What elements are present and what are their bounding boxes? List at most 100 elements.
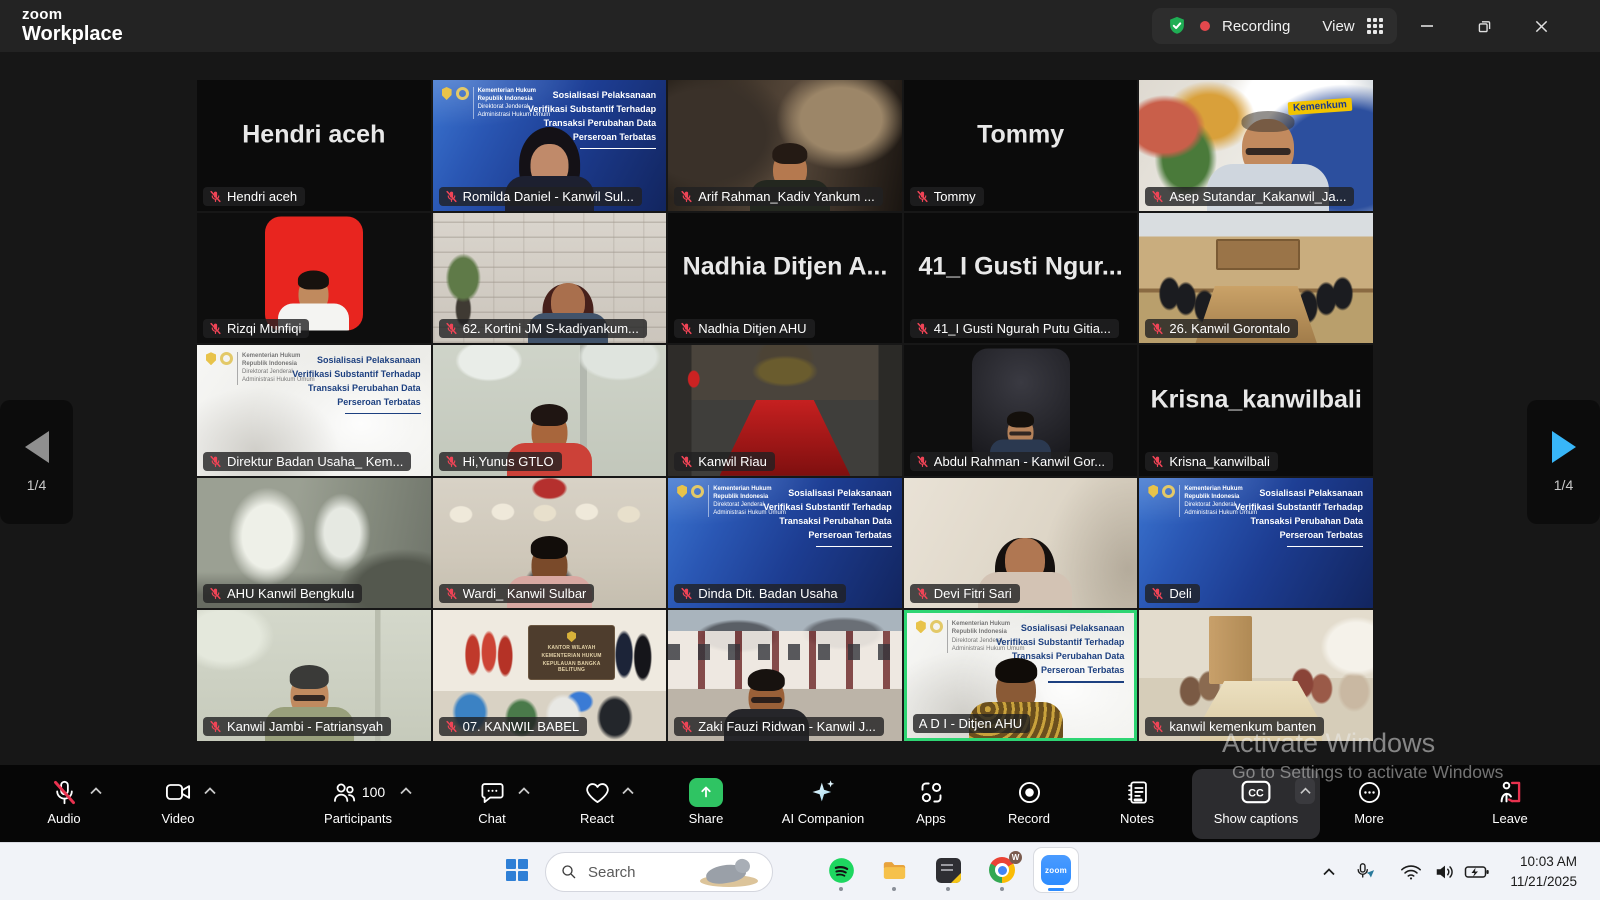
- audio-options-chevron-icon[interactable]: [90, 783, 102, 798]
- participant-name-label: Krisna_kanwilbali: [1145, 452, 1277, 471]
- more-button[interactable]: More: [1326, 769, 1412, 839]
- room-sign-text: KEPULAUAN BANGKA BELITUNG: [531, 661, 611, 673]
- close-button[interactable]: [1518, 10, 1564, 42]
- notes-icon: [1124, 777, 1151, 807]
- participant-tile[interactable]: Kementerian Hukum Republik IndonesiaDire…: [433, 80, 667, 211]
- chrome-icon[interactable]: W: [980, 848, 1024, 892]
- slide-title-line: Verifikasi Substantif Terhadap: [996, 636, 1124, 650]
- start-button[interactable]: [495, 848, 539, 892]
- notepad-icon[interactable]: [926, 848, 970, 892]
- participant-tile[interactable]: Hendri aceh Hendri aceh: [197, 80, 431, 211]
- mic-muted-icon: [209, 322, 222, 335]
- recording-label[interactable]: Recording: [1222, 18, 1290, 35]
- meeting-toolbar: Audio Video 100 Participants: [0, 765, 1600, 842]
- participant-tile[interactable]: kanwil kemenkum banten: [1139, 610, 1373, 741]
- slide-title-line: Perseroan Terbatas: [292, 396, 420, 410]
- mic-muted-icon: [916, 455, 929, 468]
- participant-tile[interactable]: Kementerian Hukum Republik IndonesiaDire…: [197, 345, 431, 476]
- tray-wifi-icon[interactable]: [1394, 843, 1428, 900]
- view-grid-icon[interactable]: [1367, 18, 1383, 34]
- participant-tile[interactable]: Kementerian Hukum Republik IndonesiaDire…: [1139, 478, 1373, 609]
- participant-name-label: 26. Kanwil Gorontalo: [1145, 319, 1298, 338]
- participant-name-text: Direktur Badan Usaha_ Kem...: [227, 454, 403, 469]
- ministry-logo-icon: [220, 352, 233, 365]
- react-button[interactable]: React: [552, 769, 642, 839]
- previous-page-button[interactable]: 1/4: [0, 400, 73, 524]
- participant-name-label: Kanwil Riau: [674, 452, 775, 471]
- view-button-label[interactable]: View: [1322, 18, 1354, 35]
- tray-battery-icon[interactable]: [1458, 843, 1496, 900]
- minimize-button[interactable]: [1404, 10, 1450, 42]
- participant-tile[interactable]: Krisna_kanwilbali Krisna_kanwilbali: [1139, 345, 1373, 476]
- tray-volume-icon[interactable]: [1428, 843, 1462, 900]
- chat-button[interactable]: Chat: [448, 769, 536, 839]
- participant-tile[interactable]: 41_I Gusti Ngur... 41_I Gusti Ngurah Put…: [904, 213, 1138, 344]
- room-sign: KANTOR WILAYAH KEMENTERIAN HUKUM KEPULAUAN…: [528, 625, 614, 680]
- leave-button[interactable]: Leave: [1464, 769, 1556, 839]
- security-shield-icon[interactable]: [1166, 15, 1188, 37]
- participant-tile[interactable]: Kemenkum Asep Sutandar_Kakanwil_Ja...: [1139, 80, 1373, 211]
- participants-button[interactable]: 100 Participants: [300, 769, 416, 839]
- mic-muted-icon: [916, 322, 929, 335]
- show-captions-label: Show captions: [1214, 811, 1299, 826]
- participant-tile[interactable]: Wardi_ Kanwil Sulbar: [433, 478, 667, 609]
- participant-tile[interactable]: Zaki Fauzi Ridwan - Kanwil J...: [668, 610, 902, 741]
- spotify-icon[interactable]: [819, 848, 863, 892]
- room-sign-text: KANTOR WILAYAH: [548, 645, 596, 651]
- react-options-chevron-icon[interactable]: [622, 783, 634, 798]
- zoom-app-icon[interactable]: zoom: [1034, 848, 1078, 892]
- show-captions-button[interactable]: CC Show captions: [1192, 769, 1320, 839]
- file-explorer-icon[interactable]: [872, 848, 916, 892]
- restore-button[interactable]: [1461, 10, 1507, 42]
- room-sign-text: KEMENTERIAN HUKUM: [542, 653, 602, 659]
- audio-button[interactable]: Audio: [18, 769, 110, 839]
- participant-name-label: 62. Kortini JM S-kadiyankum...: [439, 319, 647, 338]
- apps-button[interactable]: Apps: [888, 769, 974, 839]
- slide-title: Sosialisasi PelaksanaanVerifikasi Substa…: [1235, 487, 1363, 547]
- participant-tile[interactable]: KANTOR WILAYAH KEMENTERIAN HUKUM KEPULAUAN…: [433, 610, 667, 741]
- captions-options-chevron-icon[interactable]: [1295, 778, 1315, 804]
- chrome-profile-badge: W: [1009, 851, 1022, 864]
- participant-tile[interactable]: AHU Kanwil Bengkulu: [197, 478, 431, 609]
- record-button[interactable]: Record: [984, 769, 1074, 839]
- participant-display-name: Krisna_kanwilbali: [1147, 386, 1365, 415]
- p-glasses: [751, 697, 782, 702]
- participant-tile[interactable]: Arif Rahman_Kadiv Yankum ...: [668, 80, 902, 211]
- participant-name-text: 26. Kanwil Gorontalo: [1169, 321, 1290, 336]
- mic-muted-toolbar-icon: [51, 777, 78, 807]
- closed-captions-icon: CC: [1241, 777, 1271, 807]
- taskbar-clock[interactable]: 10:03 AM 11/21/2025: [1510, 852, 1577, 891]
- participant-tile[interactable]: 62. Kortini JM S-kadiyankum...: [433, 213, 667, 344]
- p-glasses: [293, 695, 326, 701]
- participant-tile[interactable]: 26. Kanwil Gorontalo: [1139, 213, 1373, 344]
- participant-tile[interactable]: Kementerian Hukum Republik IndonesiaDire…: [668, 478, 902, 609]
- windows-taskbar: Search W: [0, 842, 1600, 900]
- search-input[interactable]: Search: [545, 852, 773, 892]
- clock-date: 11/21/2025: [1510, 872, 1577, 892]
- tray-show-hidden-icons-chevron[interactable]: [1316, 843, 1342, 900]
- participant-tile[interactable]: Kanwil Riau: [668, 345, 902, 476]
- participant-tile[interactable]: Devi Fitri Sari: [904, 478, 1138, 609]
- participant-tile[interactable]: Kanwil Jambi - Fatriansyah: [197, 610, 431, 741]
- participant-name-text: Hendri aceh: [227, 189, 297, 204]
- search-highlight-seal-image[interactable]: [700, 855, 758, 889]
- video-button[interactable]: Video: [132, 769, 224, 839]
- slide-title-line: Verifikasi Substantif Terhadap: [292, 368, 420, 382]
- video-options-chevron-icon[interactable]: [204, 783, 216, 798]
- participant-tile[interactable]: Tommy Tommy: [904, 80, 1138, 211]
- participant-tile[interactable]: Hi,Yunus GTLO: [433, 345, 667, 476]
- ai-companion-button[interactable]: AI Companion: [758, 769, 888, 839]
- next-page-button[interactable]: 1/4: [1527, 400, 1600, 524]
- participant-tile[interactable]: Nadhia Ditjen A... Nadhia Ditjen AHU: [668, 213, 902, 344]
- share-screen-button[interactable]: Share: [660, 769, 752, 839]
- slide-title-line: Transaksi Perubahan Data: [292, 382, 420, 396]
- participants-options-chevron-icon[interactable]: [400, 783, 412, 798]
- participant-tile[interactable]: Kementerian Hukum Republik IndonesiaDire…: [904, 610, 1138, 741]
- tray-mic-in-use-icon[interactable]: [1348, 843, 1382, 900]
- notes-button[interactable]: Notes: [1092, 769, 1182, 839]
- p-hair: [531, 536, 568, 558]
- participant-tile[interactable]: Rizqi Munfiqi: [197, 213, 431, 344]
- chat-options-chevron-icon[interactable]: [518, 783, 530, 798]
- participant-name-label: Wardi_ Kanwil Sulbar: [439, 584, 595, 603]
- participant-tile[interactable]: Abdul Rahman - Kanwil Gor...: [904, 345, 1138, 476]
